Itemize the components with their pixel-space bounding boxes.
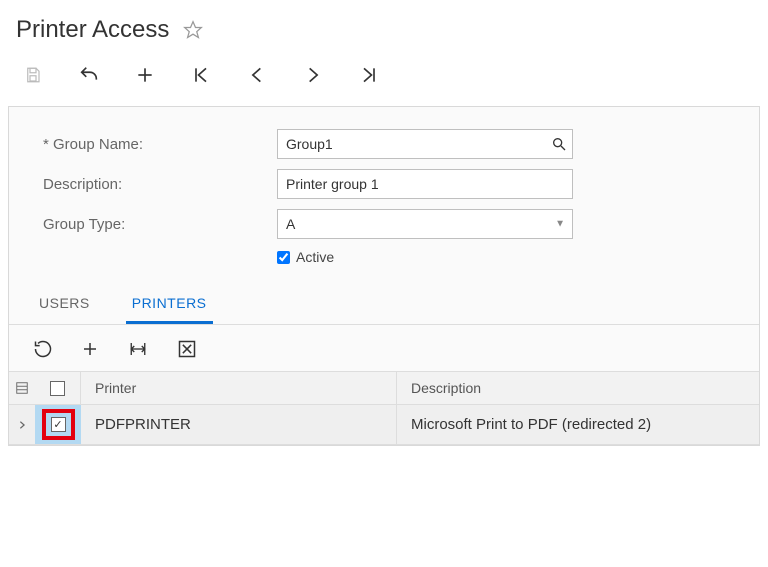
undo-icon[interactable]	[76, 62, 102, 88]
row-checkbox[interactable]	[51, 417, 66, 432]
page-title: Printer Access	[16, 16, 169, 44]
group-type-row: Group Type: ▼	[9, 209, 759, 239]
next-record-icon[interactable]	[300, 62, 326, 88]
header-printer[interactable]: Printer	[81, 372, 397, 404]
header-description[interactable]: Description	[397, 372, 759, 404]
tab-users[interactable]: USERS	[33, 283, 96, 324]
table-row[interactable]: PDFPRINTER Microsoft Print to PDF (redir…	[9, 405, 759, 445]
grid-header: Printer Description	[9, 371, 759, 405]
group-name-label: Group Name:	[9, 136, 277, 153]
page-header: Printer Access	[0, 0, 768, 52]
group-name-row: Group Name:	[9, 129, 759, 159]
description-input[interactable]	[277, 169, 573, 199]
description-input-wrap	[277, 169, 573, 199]
row-select-cell[interactable]	[35, 405, 81, 444]
tab-printers[interactable]: PRINTERS	[126, 283, 213, 324]
select-all-checkbox[interactable]	[50, 381, 65, 396]
export-excel-icon[interactable]	[177, 339, 197, 359]
active-label: Active	[296, 249, 334, 265]
active-row: Active	[277, 249, 759, 265]
add-row-icon[interactable]	[81, 340, 99, 358]
tabs: USERS PRINTERS	[9, 283, 759, 325]
group-name-input[interactable]	[277, 129, 573, 159]
column-config-icon[interactable]	[9, 381, 35, 395]
favorite-star-icon[interactable]	[183, 20, 203, 40]
last-record-icon[interactable]	[356, 62, 382, 88]
grid-toolbar	[9, 325, 759, 371]
description-row: Description:	[9, 169, 759, 199]
active-checkbox[interactable]	[277, 251, 290, 264]
group-type-label: Group Type:	[9, 216, 277, 233]
add-icon[interactable]	[132, 62, 158, 88]
cell-printer[interactable]: PDFPRINTER	[81, 405, 397, 444]
group-type-select-wrap[interactable]: ▼	[277, 209, 573, 239]
form-panel: Group Name: Description: Group Type: ▼ A…	[8, 106, 760, 446]
expand-row-icon[interactable]	[9, 419, 35, 431]
group-type-select[interactable]	[277, 209, 573, 239]
main-toolbar	[0, 52, 768, 106]
cell-description[interactable]: Microsoft Print to PDF (redirected 2)	[397, 405, 759, 444]
row-select-highlight	[42, 409, 75, 440]
previous-record-icon[interactable]	[244, 62, 270, 88]
save-icon	[20, 62, 46, 88]
refresh-icon[interactable]	[33, 339, 53, 359]
description-label: Description:	[9, 176, 277, 193]
chevron-down-icon: ▼	[555, 219, 565, 230]
resize-columns-icon[interactable]	[127, 340, 149, 358]
printers-grid: Printer Description PDFPRINTER Microsoft…	[9, 371, 759, 445]
group-name-input-wrap	[277, 129, 573, 159]
first-record-icon[interactable]	[188, 62, 214, 88]
select-all-cell[interactable]	[35, 372, 81, 404]
value-help-icon[interactable]	[551, 136, 567, 152]
